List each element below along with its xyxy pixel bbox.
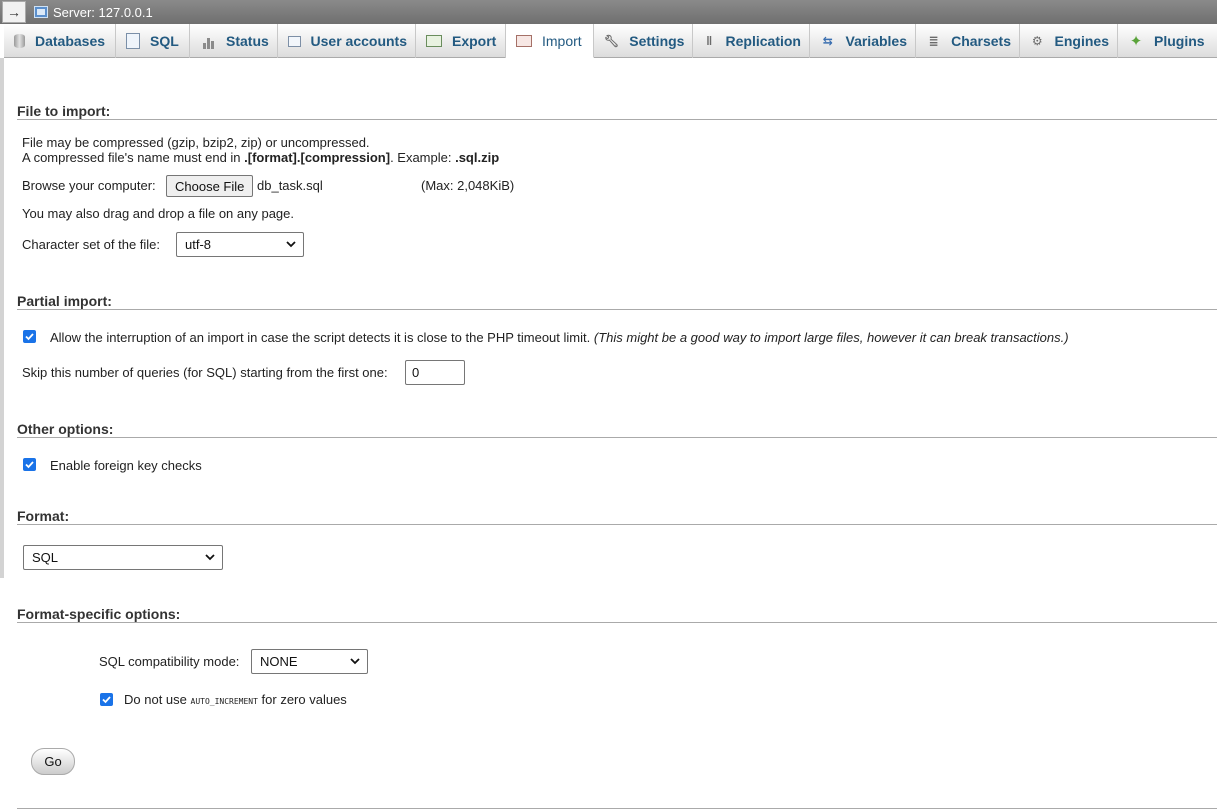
tab-sql[interactable]: SQL [116,24,190,58]
import-icon [516,34,532,47]
max-file-size: (Max: 2,048KiB) [421,178,515,193]
tab-label: Charsets [951,33,1011,49]
allow-interrupt-checkbox[interactable] [23,330,36,343]
tab-label: Settings [629,33,685,49]
status-icon [200,33,216,49]
tab-import[interactable]: Import [506,24,594,58]
tab-plugins[interactable]: ✦ Plugins [1118,24,1213,58]
tab-replication[interactable]: ‖ Replication [693,24,810,58]
checkmark-icon [102,696,111,704]
variables-icon: ⇆ [822,34,833,48]
main-menu-tabs: Databases SQL Status User accounts Expor… [4,24,1217,58]
tab-settings[interactable]: 🔧︎ Settings [594,24,693,58]
tab-status[interactable]: Status [190,24,278,58]
tab-label: User accounts [310,33,407,49]
allow-interrupt-label: Allow the interruption of an import in c… [50,330,1069,345]
tab-label: Export [452,33,497,49]
left-border [0,58,4,578]
format-value: SQL [32,550,59,565]
tab-label: Import [542,32,582,49]
divider [17,119,1217,120]
chevron-down-icon [286,241,296,248]
foreign-key-checkbox[interactable] [23,458,36,471]
format-select[interactable]: SQL [23,545,223,570]
section-title-file-to-import: File to import: [17,103,111,119]
server-breadcrumb-bar: → Server: 127.0.0.1 [0,0,1217,24]
tab-databases[interactable]: Databases [4,24,116,58]
no-auto-increment-label: Do not use AUTO_INCREMENT for zero value… [124,692,347,707]
plugin-icon: ✦ [1129,33,1143,50]
user-accounts-icon [288,35,301,47]
compat-mode-select[interactable]: NONE [251,649,368,674]
engines-icon: ⚙ [1031,34,1043,48]
tab-engines[interactable]: ⚙ Engines [1020,24,1118,58]
tab-label: Variables [845,33,908,49]
section-title-partial-import: Partial import: [17,293,112,309]
divider [17,524,1217,525]
skip-queries-label: Skip this number of queries (for SQL) st… [22,365,388,380]
tab-export[interactable]: Export [416,24,506,58]
divider [17,437,1217,438]
wrench-icon: 🔧︎ [604,34,620,48]
collapse-navigation-button[interactable]: → [2,1,26,23]
compat-mode-value: NONE [260,654,298,669]
export-icon [426,35,442,47]
charset-label: Character set of the file: [22,237,161,252]
server-link[interactable]: Server: 127.0.0.1 [53,5,153,20]
section-title-format: Format: [17,508,70,524]
tab-label: Plugins [1154,33,1205,49]
compat-mode-label: SQL compatibility mode: [99,654,240,669]
tab-label: Databases [35,33,106,49]
charset-select[interactable]: utf-8 [176,232,304,257]
server-icon [34,6,48,18]
no-auto-increment-checkbox[interactable] [100,693,113,706]
sql-icon [126,33,140,49]
charsets-icon: ≣ [928,34,939,48]
database-icon [14,34,25,48]
browse-label: Browse your computer: [22,178,156,193]
section-title-other-options: Other options: [17,421,114,437]
charset-value: utf-8 [185,237,212,252]
tab-user-accounts[interactable]: User accounts [278,24,416,58]
chosen-file-name: db_task.sql [257,178,323,193]
drag-drop-note: You may also drag and drop a file on any… [22,206,294,221]
tab-label: Replication [725,33,801,49]
tab-variables[interactable]: ⇆ Variables [810,24,916,58]
tab-label: Status [226,33,269,49]
skip-queries-input[interactable]: 0 [405,360,465,385]
tab-label: Engines [1054,33,1109,49]
replication-icon: ‖ [706,34,713,48]
tab-label: SQL [150,33,179,49]
chevron-down-icon [205,554,215,561]
foreign-key-label: Enable foreign key checks [50,458,202,473]
tab-charsets[interactable]: ≣ Charsets [916,24,1020,58]
choose-file-button[interactable]: Choose File [166,175,254,197]
compression-note: File may be compressed (gzip, bzip2, zip… [22,135,370,150]
section-title-format-specific: Format-specific options: [17,606,181,622]
checkmark-icon [25,461,34,469]
compression-format-note: A compressed file's name must end in .[f… [22,150,500,165]
go-button[interactable]: Go [31,748,75,775]
chevron-down-icon [350,658,360,665]
checkmark-icon [25,333,34,341]
divider [17,622,1217,623]
divider [17,808,1217,809]
divider [17,309,1217,310]
